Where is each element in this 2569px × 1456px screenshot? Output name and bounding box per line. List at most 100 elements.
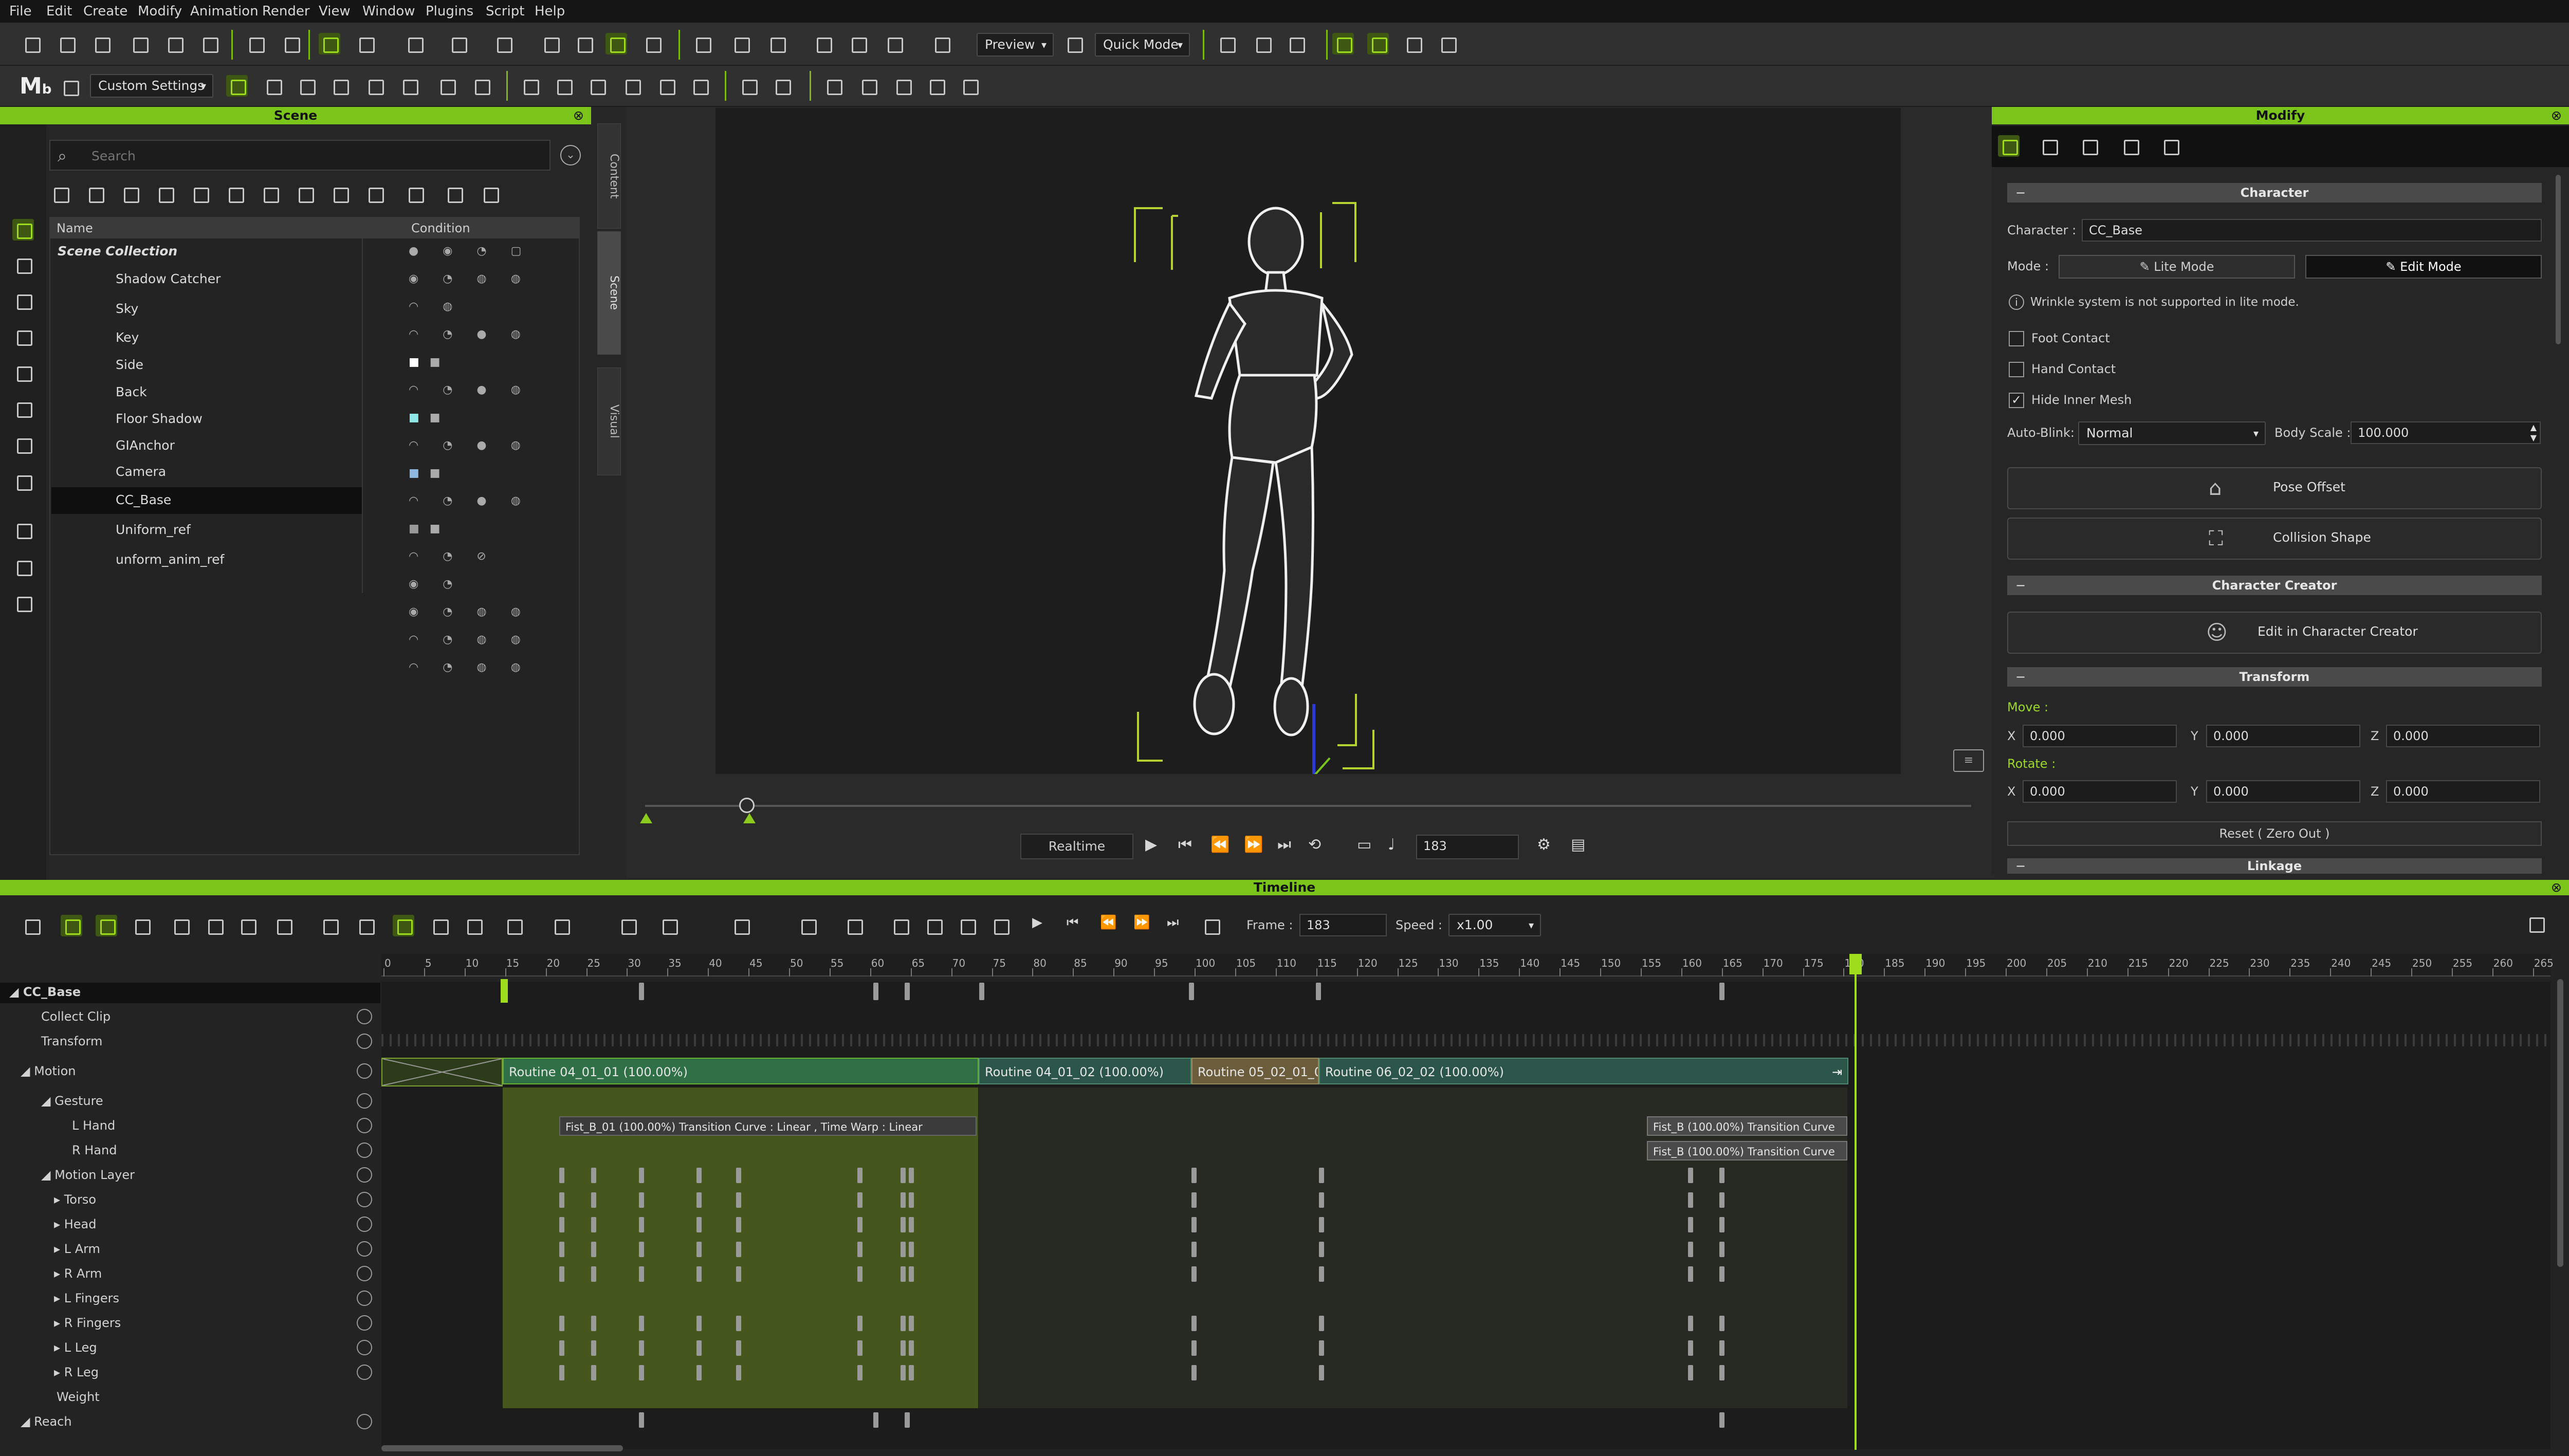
view-options-icon[interactable] <box>930 33 952 54</box>
key-marker[interactable] <box>736 1365 741 1380</box>
lock-icon[interactable] <box>1285 33 1307 54</box>
move-x-field[interactable]: 0.000 <box>2023 725 2177 747</box>
condition-row[interactable]: ◠ ◔ ⊘ <box>409 543 583 570</box>
lite-mode-button[interactable]: ✎ Lite Mode <box>2059 255 2295 279</box>
scene-search-box[interactable]: ⌕ <box>49 140 550 171</box>
playhead[interactable] <box>1855 954 1857 1450</box>
group-filter-icon[interactable] <box>12 519 34 541</box>
mute-icon[interactable] <box>357 1192 372 1207</box>
key-marker[interactable] <box>639 1192 644 1208</box>
zoom-icon[interactable] <box>883 33 905 54</box>
key-marker[interactable] <box>857 1266 863 1282</box>
delete-icon[interactable] <box>404 183 426 205</box>
scatter-icon[interactable] <box>586 75 608 97</box>
key-marker[interactable] <box>591 1168 596 1183</box>
expand-arrow-icon[interactable]: ▸ <box>0 1242 64 1256</box>
ungroup-icon[interactable] <box>189 183 211 205</box>
key-marker[interactable] <box>591 1242 596 1257</box>
section-character-creator[interactable]: − Character Creator <box>2007 576 2542 595</box>
key-marker[interactable] <box>1189 983 1194 1000</box>
menu-create[interactable]: Create <box>83 0 127 23</box>
key-marker[interactable] <box>736 1340 741 1356</box>
deselect-icon[interactable] <box>12 592 34 614</box>
key-marker[interactable] <box>909 1316 914 1331</box>
track-motion[interactable]: ◢ Motion <box>0 1059 380 1083</box>
character-name-field[interactable]: CC_Base <box>2082 219 2542 242</box>
key-marker[interactable] <box>696 1340 702 1356</box>
ref-icon[interactable] <box>364 183 386 205</box>
fit-clip-icon[interactable] <box>429 915 450 936</box>
foot-contact-checkbox[interactable] <box>2009 331 2024 346</box>
range-end-marker[interactable] <box>743 813 756 823</box>
timeline-options-icon[interactable] <box>2525 913 2546 934</box>
condition-row[interactable]: ● ◉ ◔ ▢ <box>409 237 583 265</box>
section-linkage[interactable]: − Linkage <box>2007 858 2542 874</box>
insert-frames-icon[interactable] <box>730 915 751 936</box>
undo-icon[interactable] <box>245 33 266 54</box>
key-marker[interactable] <box>909 1266 914 1282</box>
mark-in-icon[interactable] <box>889 915 911 936</box>
key-marker[interactable] <box>905 1412 910 1428</box>
clip-routine-04-01-01[interactable]: Routine 04_01_01 (100.00%) <box>503 1058 979 1084</box>
tab-visual[interactable]: Visual <box>597 367 621 475</box>
home-icon[interactable] <box>766 33 787 54</box>
track-torso[interactable]: ▸ Torso <box>0 1187 380 1212</box>
graph-icon[interactable] <box>857 75 879 97</box>
chat-icon[interactable]: ≡ <box>1953 749 1984 772</box>
flag-icon[interactable] <box>1367 33 1389 54</box>
mute-icon[interactable] <box>357 1315 372 1331</box>
rotate-icon[interactable] <box>403 33 425 54</box>
key-marker[interactable] <box>1719 1316 1724 1331</box>
mute-icon[interactable] <box>357 1009 372 1024</box>
transition-icon[interactable] <box>170 915 191 936</box>
brush-icon[interactable] <box>1437 33 1458 54</box>
section-transform[interactable]: − Transform <box>2007 667 2542 687</box>
mute-icon[interactable] <box>357 1217 372 1232</box>
track-transform[interactable]: Transform <box>0 1029 380 1054</box>
export-motion-icon[interactable] <box>892 75 913 97</box>
key-marker[interactable] <box>696 1192 702 1208</box>
expand-arrow-icon[interactable]: ◢ <box>0 1414 34 1429</box>
key-marker[interactable] <box>1688 1340 1693 1356</box>
pose-offset-button[interactable]: ⌂ Pose Offset <box>2007 467 2542 509</box>
reset-zero-out-button[interactable]: Reset ( Zero Out ) <box>2007 821 2542 846</box>
mute-icon[interactable] <box>357 1340 372 1355</box>
tab-scene[interactable]: Scene <box>597 231 621 355</box>
realtime-button[interactable]: Realtime <box>1020 834 1133 859</box>
hand-contact-checkbox[interactable] <box>2009 362 2024 377</box>
key-marker[interactable] <box>1191 1192 1197 1208</box>
edit-in-character-creator-button[interactable]: ☺ Edit in Character Creator <box>2007 612 2542 654</box>
stop-to-start-icon[interactable]: ⏮ <box>1178 836 1192 854</box>
key-marker[interactable] <box>559 1242 564 1257</box>
mute-icon[interactable] <box>357 1034 372 1049</box>
edit-mode-button[interactable]: ✎ Edit Mode <box>2305 255 2542 279</box>
key-marker[interactable] <box>909 1192 914 1208</box>
menu-view[interactable]: View <box>319 0 351 23</box>
track-cc-base[interactable]: ◢ CC_Base <box>0 981 380 1003</box>
key-marker[interactable] <box>1191 1365 1197 1380</box>
visibility-icon[interactable] <box>259 183 281 205</box>
key-marker[interactable] <box>1191 1266 1197 1282</box>
key-marker[interactable] <box>1688 1217 1693 1232</box>
close-icon[interactable]: ⊗ <box>2551 880 2562 895</box>
expand-arrow-icon[interactable]: ◢ <box>0 1094 54 1108</box>
array-icon[interactable] <box>621 75 643 97</box>
play-icon[interactable] <box>59 76 81 98</box>
track-l-leg[interactable]: ▸ L Leg <box>0 1335 380 1360</box>
mute-icon[interactable] <box>357 1142 372 1158</box>
timeline-frame-input[interactable]: 183 <box>1299 914 1387 936</box>
condition-row[interactable]: ◠ ◍ <box>409 293 583 321</box>
key-marker[interactable] <box>909 1365 914 1380</box>
key-marker[interactable] <box>857 1316 863 1331</box>
close-icon[interactable]: ⊗ <box>573 107 584 124</box>
track-collect-clip[interactable]: Collect Clip <box>0 1004 380 1029</box>
key-marker[interactable] <box>591 1316 596 1331</box>
delete-frames-icon[interactable] <box>797 915 818 936</box>
body-scale-field[interactable]: 100.000 ▲ ▼ <box>2351 421 2541 444</box>
camera-view-icon[interactable] <box>691 33 713 54</box>
column-name[interactable]: Name <box>57 221 93 235</box>
key-marker[interactable] <box>873 1412 878 1428</box>
key-marker[interactable] <box>857 1340 863 1356</box>
project-icon[interactable] <box>129 33 150 54</box>
key-marker[interactable] <box>857 1365 863 1380</box>
